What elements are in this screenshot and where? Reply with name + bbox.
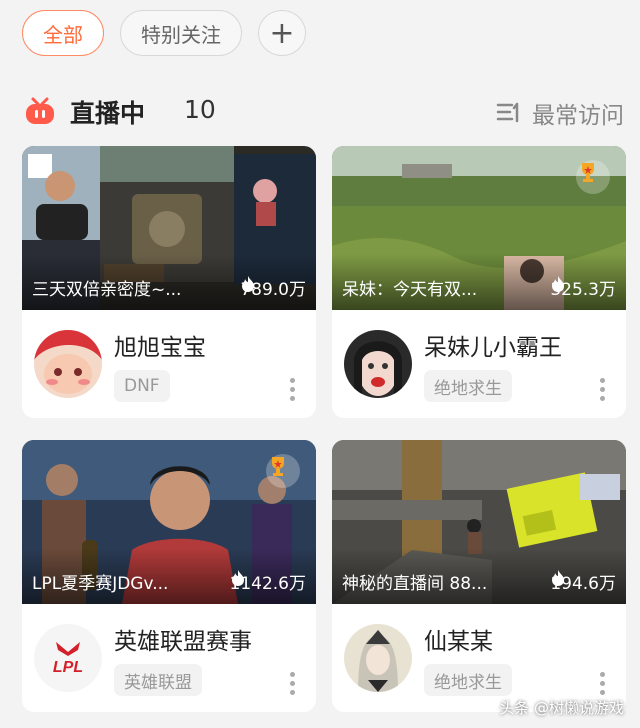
avatar[interactable]: LPL — [34, 624, 102, 692]
category-tag[interactable]: DNF — [114, 370, 170, 402]
streamer-name: 英雄联盟赛事 — [114, 629, 252, 655]
more-options-icon[interactable] — [290, 672, 296, 698]
live-count: 10 — [184, 95, 216, 124]
streamer-name: 旭旭宝宝 — [114, 335, 206, 361]
tab-followed[interactable]: 特别关注 — [120, 10, 242, 56]
stream-thumbnail[interactable]: 三天双倍亲密度~... 789.0万 — [22, 146, 316, 310]
stream-title: 呆妹：今天有双... — [342, 280, 478, 300]
avatar[interactable] — [344, 330, 412, 398]
popularity: 1142.6万 — [230, 569, 306, 594]
trophy-icon — [576, 160, 610, 194]
stream-thumbnail[interactable]: 神秘的直播间 88... 194.6万 — [332, 440, 626, 604]
tab-all[interactable]: 全部 — [22, 10, 104, 56]
live-icon — [26, 97, 54, 124]
lpl-logo-icon: LPL — [34, 624, 102, 692]
stream-title: LPL夏季赛JDGv... — [32, 574, 169, 594]
stream-card[interactable]: 呆妹：今天有双... 325.3万 呆妹儿小霸王 绝地求生 — [332, 146, 626, 418]
sort-icon — [496, 102, 519, 123]
flame-icon — [552, 276, 565, 292]
sort-button[interactable]: 最常访问 — [496, 96, 624, 130]
flame-icon — [231, 570, 244, 586]
watermark: 头条 @树懒说游戏 — [499, 699, 624, 717]
category-tag[interactable]: 英雄联盟 — [114, 664, 202, 696]
add-tab-button[interactable]: + — [258, 10, 306, 56]
live-section-header: 直播中 10 最常访问 — [24, 92, 624, 132]
sort-label: 最常访问 — [532, 103, 624, 129]
trophy-icon — [266, 454, 300, 488]
avatar[interactable] — [34, 330, 102, 398]
section-title: 直播中 — [70, 99, 146, 128]
lpl-logo-text: LPL — [53, 659, 83, 676]
popularity: 325.3万 — [550, 275, 616, 300]
more-options-icon[interactable] — [290, 378, 296, 404]
streamer-name: 呆妹儿小霸王 — [424, 335, 562, 361]
filter-tabs: 全部 特别关注 + — [22, 10, 306, 56]
stream-card[interactable]: 神秘的直播间 88... 194.6万 仙某某 绝地求生 — [332, 440, 626, 712]
category-tag[interactable]: 绝地求生 — [424, 370, 512, 402]
stream-thumbnail[interactable]: LPL夏季赛JDGv... 1142.6万 — [22, 440, 316, 604]
stream-card[interactable]: LPL夏季赛JDGv... 1142.6万 LPL 英雄联盟赛事 英雄联盟 — [22, 440, 316, 712]
avatar[interactable] — [344, 624, 412, 692]
more-options-icon[interactable] — [600, 378, 606, 404]
popularity: 789.0万 — [240, 275, 306, 300]
stream-thumbnail[interactable]: 呆妹：今天有双... 325.3万 — [332, 146, 626, 310]
stream-title: 三天双倍亲密度~... — [32, 280, 182, 300]
more-options-icon[interactable] — [600, 672, 606, 698]
streamer-name: 仙某某 — [424, 629, 493, 655]
category-tag[interactable]: 绝地求生 — [424, 664, 512, 696]
stream-card[interactable]: 三天双倍亲密度~... 789.0万 旭旭宝宝 DNF — [22, 146, 316, 418]
stream-title: 神秘的直播间 88... — [342, 574, 488, 594]
flame-icon — [242, 276, 255, 292]
flame-icon — [552, 570, 565, 586]
popularity: 194.6万 — [550, 569, 616, 594]
